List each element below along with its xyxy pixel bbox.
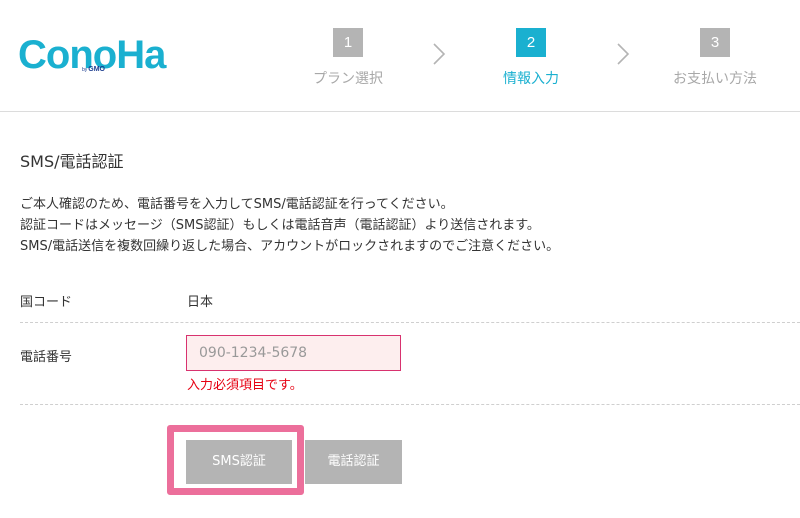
step-label: プラン選択 [313, 71, 383, 87]
description: ご本人確認のため、電話番号を入力してSMS/電話認証を行ってください。 認証コー… [20, 194, 790, 257]
phone-auth-button[interactable]: 電話認証 [305, 440, 402, 484]
step-label: 情報入力 [503, 71, 559, 87]
phone-number-input[interactable] [186, 335, 401, 371]
chevron-right-icon [617, 43, 630, 65]
description-line: ご本人確認のため、電話番号を入力してSMS/電話認証を行ってください。 [20, 197, 454, 212]
description-line: SMS/電話送信を複数回繰り返した場合、アカウントがロックされますのでご注意くだ… [20, 239, 560, 254]
phone-number-label: 電話番号 [20, 350, 73, 365]
phone-error-message: 入力必須項目です。 [187, 378, 303, 393]
step-payment-method: 3 お支払い方法 [655, 28, 775, 88]
divider [20, 322, 800, 323]
country-code-label: 国コード [20, 295, 73, 310]
description-line: 認証コードはメッセージ（SMS認証）もしくは電話音声（電話認証）より送信されます… [20, 218, 540, 233]
step-number: 2 [516, 28, 546, 57]
divider [20, 404, 800, 405]
chevron-right-icon [433, 43, 446, 65]
step-number: 3 [700, 28, 730, 57]
sms-auth-button[interactable]: SMS認証 [186, 440, 292, 484]
section-title: SMS/電話認証 [20, 152, 124, 171]
country-code-value: 日本 [187, 295, 214, 310]
step-label: お支払い方法 [673, 71, 757, 87]
logo-sub: byGMO [82, 66, 106, 73]
step-info-input: 2 情報入力 [471, 28, 591, 88]
header: ConoHa byGMO 1 プラン選択 2 情報入力 3 お支払い方法 [0, 0, 800, 112]
step-number: 1 [333, 28, 363, 57]
conoha-logo[interactable]: ConoHa byGMO [18, 30, 170, 80]
step-plan-selection: 1 プラン選択 [288, 28, 408, 88]
